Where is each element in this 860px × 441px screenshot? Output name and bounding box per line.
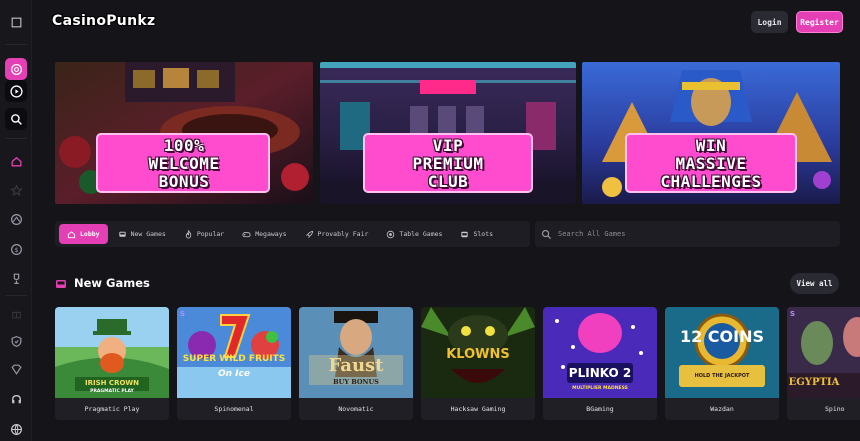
- game-provider: Novomatic: [299, 398, 413, 420]
- banner-line: BONUS: [158, 172, 210, 191]
- tab-label: Slots: [473, 230, 494, 238]
- tab-slots[interactable]: Slots: [452, 224, 501, 244]
- game-art-title: EGYPTIA: [788, 377, 840, 388]
- shield-icon[interactable]: [5, 330, 27, 352]
- banner-line: 100%: [163, 136, 205, 155]
- section-title: New Games: [74, 276, 150, 290]
- slot-icon: [461, 231, 469, 237]
- view-all-button[interactable]: View all: [790, 273, 839, 294]
- game-card[interactable]: KLOWNS Hacksaw Gaming: [421, 307, 535, 420]
- home-icon[interactable]: [5, 150, 27, 172]
- banner-line: VIP: [432, 136, 464, 155]
- game-art-title: KLOWNS: [446, 347, 510, 362]
- banner-line: CLUB: [427, 172, 469, 191]
- headset-icon[interactable]: [5, 388, 27, 410]
- game-art-title: IRISH CROWN: [85, 379, 139, 387]
- game-provider: Hacksaw Gaming: [421, 398, 535, 420]
- game-provider: Spino: [787, 398, 860, 420]
- game-art-sub: BUY BONUS: [333, 378, 379, 386]
- game-art-sub: MULTIPLIER MADNESS: [572, 386, 628, 391]
- coin-icon[interactable]: $: [5, 238, 27, 260]
- search-icon[interactable]: [5, 108, 27, 130]
- welcome-bonus-banner[interactable]: 100% WELCOME BONUS: [55, 62, 313, 204]
- vip-club-banner[interactable]: VIP PREMIUM CLUB: [320, 62, 576, 204]
- tab-label: Megaways: [255, 230, 287, 238]
- game-card[interactable]: S EGYPTIA Spino: [787, 307, 860, 420]
- game-art-title: SUPER WILD FRUITS: [182, 354, 286, 364]
- game-card[interactable]: PLINKO 2 MULTIPLIER MADNESS BGaming: [543, 307, 657, 420]
- casino-chip-icon[interactable]: [5, 58, 27, 80]
- play-icon[interactable]: [5, 80, 27, 102]
- trophy-icon[interactable]: [5, 267, 27, 289]
- banner-line: PREMIUM: [412, 154, 484, 173]
- search-input[interactable]: [558, 230, 818, 238]
- game-provider: Spinomenal: [177, 398, 291, 420]
- game-art-sub: PRAGMATIC PLAY: [90, 389, 134, 394]
- gamepad-icon: [242, 231, 251, 237]
- provider-badge-icon: S: [790, 310, 796, 318]
- tab-popular[interactable]: Popular: [176, 224, 232, 244]
- sidebar: $: [0, 0, 32, 441]
- banner-line: WIN: [695, 136, 727, 155]
- game-art-sub: HOLD THE JACKPOT: [694, 373, 750, 379]
- sports-icon[interactable]: [5, 208, 27, 230]
- vip-icon[interactable]: [5, 358, 27, 380]
- banner-line: CHALLENGES: [660, 172, 762, 191]
- site-logo[interactable]: CasinoPunkz: [52, 13, 155, 29]
- game-art-title: PLINKO 2: [568, 366, 632, 380]
- svg-text:$: $: [14, 245, 18, 253]
- game-art-sub: On Ice: [218, 369, 250, 379]
- tab-label: New Games: [130, 230, 166, 238]
- tab-lobby[interactable]: Lobby: [59, 224, 108, 244]
- game-thumbnail: [665, 307, 779, 398]
- tab-table-games[interactable]: Table Games: [378, 224, 450, 244]
- top-header: CasinoPunkz Login Register: [32, 0, 860, 44]
- app-root: $ CasinoPunkz Login Register 100% WELCOM…: [0, 0, 860, 441]
- game-provider: Wazdan: [665, 398, 779, 420]
- game-thumbnail: [177, 307, 291, 398]
- banner-line: MASSIVE: [675, 154, 747, 173]
- bus-icon: [118, 231, 126, 237]
- star-icon[interactable]: [5, 179, 27, 201]
- game-card[interactable]: S SUPER WILD FRUITS On Ice Spinomenal: [177, 307, 291, 420]
- challenges-banner[interactable]: WIN MASSIVE CHALLENGES: [582, 62, 840, 204]
- game-art-title: 12 COINS: [679, 327, 765, 346]
- tab-new-games[interactable]: New Games: [110, 224, 174, 244]
- tab-label: Popular: [196, 230, 225, 238]
- flame-icon: [185, 229, 192, 239]
- register-button[interactable]: Register: [796, 11, 843, 33]
- category-tabs: Lobby New Games Popular Megaways Provabl…: [55, 221, 530, 247]
- globe-icon[interactable]: [5, 418, 27, 440]
- gift-icon[interactable]: [5, 302, 27, 324]
- new-games-icon: [56, 280, 66, 288]
- tab-provably-fair[interactable]: Provably Fair: [297, 224, 377, 244]
- tab-label: Table Games: [399, 230, 443, 238]
- provider-badge-icon: S: [180, 310, 186, 318]
- menu-icon[interactable]: [5, 11, 27, 33]
- tab-label: Provably Fair: [317, 230, 369, 238]
- chip-icon: [387, 230, 395, 238]
- login-button[interactable]: Login: [751, 11, 788, 33]
- game-card[interactable]: 12 COINS HOLD THE JACKPOT Wazdan: [665, 307, 779, 420]
- game-provider: Pragmatic Play: [55, 398, 169, 420]
- search-icon: [542, 229, 552, 239]
- banner-line: WELCOME: [148, 154, 220, 173]
- new-games-row: IRISH CROWN PRAGMATIC PLAY Pragmatic Pla…: [55, 307, 860, 441]
- game-search: [535, 221, 840, 247]
- game-art-title: Faust: [328, 355, 384, 376]
- rocket-icon: [305, 230, 313, 238]
- tab-label: Lobby: [80, 230, 100, 238]
- game-card[interactable]: IRISH CROWN PRAGMATIC PLAY Pragmatic Pla…: [55, 307, 169, 420]
- tab-megaways[interactable]: Megaways: [234, 224, 294, 244]
- game-provider: BGaming: [543, 398, 657, 420]
- home-icon: [67, 230, 76, 238]
- game-thumbnail: [543, 307, 657, 398]
- game-card[interactable]: Faust BUY BONUS Novomatic: [299, 307, 413, 420]
